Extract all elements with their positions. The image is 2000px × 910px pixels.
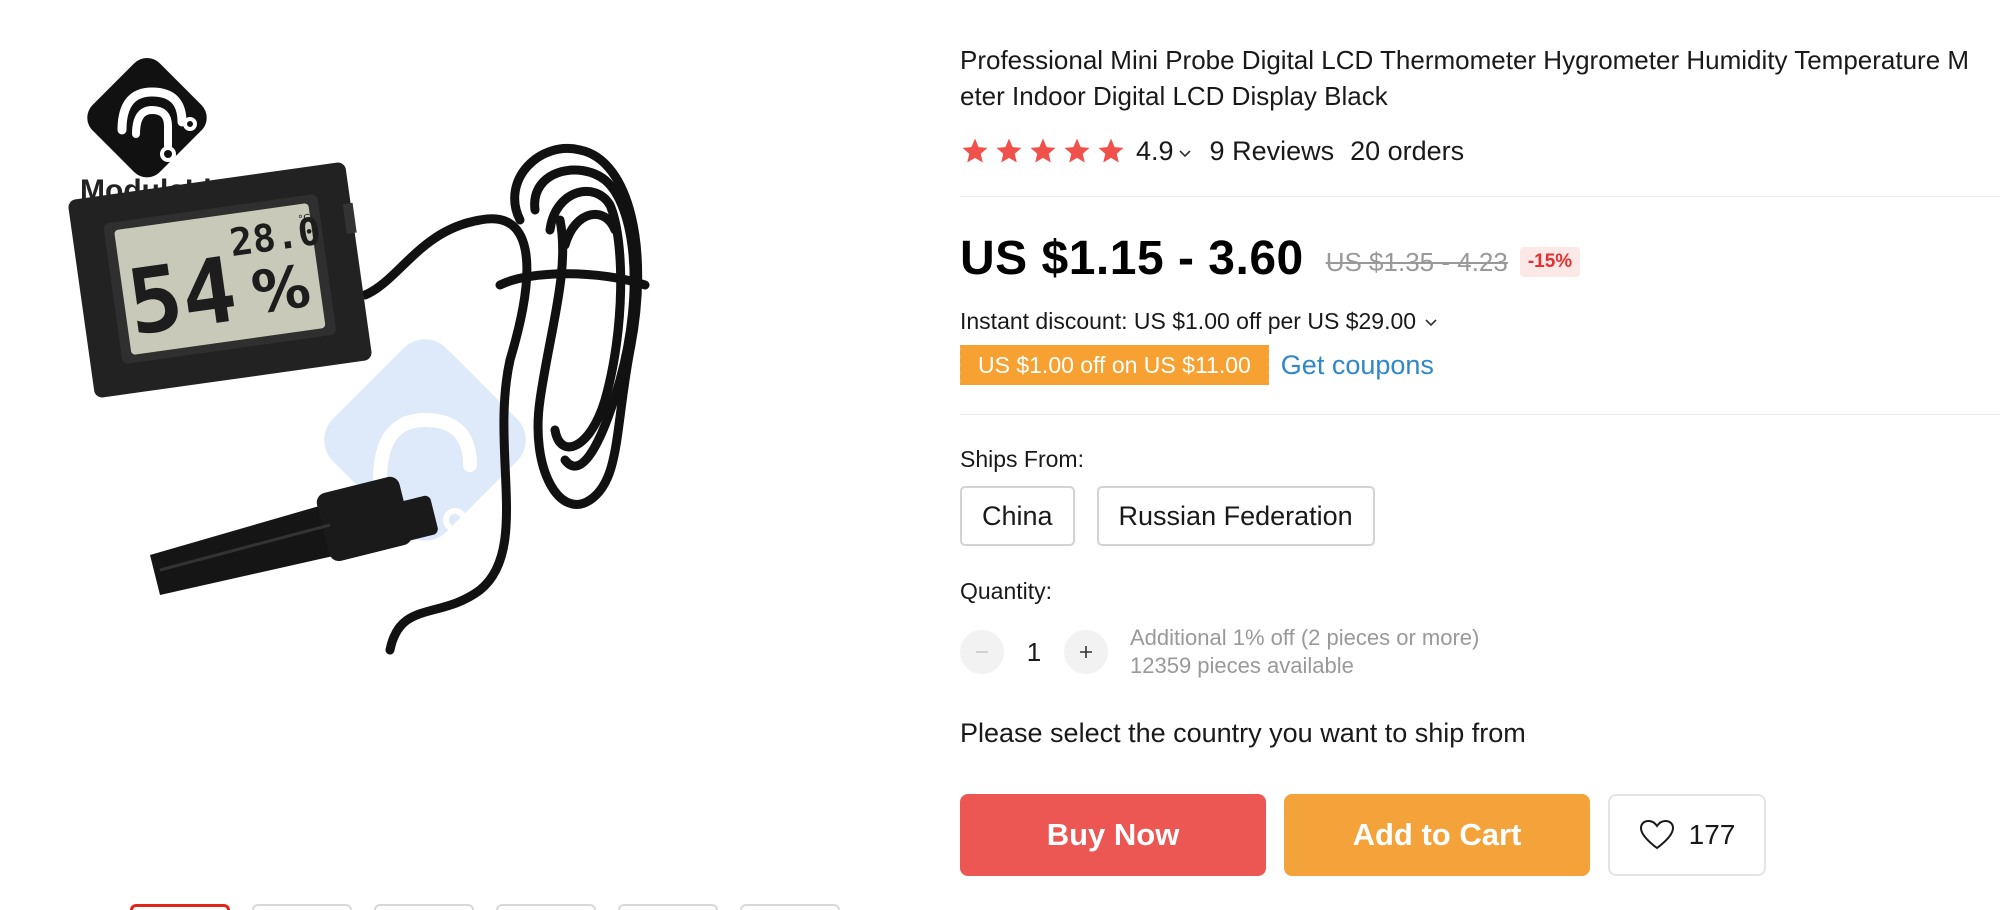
sensor-probe xyxy=(150,476,438,595)
svg-text:%: % xyxy=(247,252,314,327)
instant-discount-text: Instant discount: US $1.00 off per US $2… xyxy=(960,307,1417,334)
reviews-link[interactable]: 9 Reviews xyxy=(1210,136,1335,167)
purchase-actions: Buy Now Add to Cart 177 xyxy=(960,794,1766,876)
quantity-label: Quantity: xyxy=(960,578,1053,604)
quantity-stepper: 1 Additional 1% off (2 pieces or more) 1… xyxy=(960,624,1479,680)
instant-discount[interactable]: Instant discount: US $1.00 off per US $2… xyxy=(960,306,1438,336)
thumbnail[interactable] xyxy=(740,904,840,910)
buy-now-button[interactable]: Buy Now xyxy=(960,794,1266,876)
product-gallery: ModuleLive xyxy=(0,0,900,910)
ship-option-china[interactable]: China xyxy=(960,486,1075,546)
rating-row: 4.9 9 Reviews 20 orders xyxy=(960,134,1464,168)
star-icon xyxy=(996,138,1022,163)
divider xyxy=(960,414,2000,415)
star-icon xyxy=(1064,138,1090,163)
wishlist-button[interactable]: 177 xyxy=(1608,794,1766,876)
ship-option-russian-federation[interactable]: Russian Federation xyxy=(1096,486,1375,546)
wishlist-count: 177 xyxy=(1688,819,1736,850)
bulk-discount-text: Additional 1% off (2 pieces or more) xyxy=(1130,625,1480,650)
thumbnail[interactable] xyxy=(374,904,474,910)
thumbnail[interactable] xyxy=(252,904,352,910)
quantity-value[interactable]: 1 xyxy=(1004,637,1064,668)
ship-from-options: China Russian Federation xyxy=(960,486,1375,546)
stock-available-text: 12359 pieces available xyxy=(1130,653,1354,678)
current-price: US $1.15 - 3.60 xyxy=(960,231,1304,285)
product-info-panel: Professional Mini Probe Digital LCD Ther… xyxy=(957,0,2000,910)
get-coupons-link[interactable]: Get coupons xyxy=(1281,350,1434,381)
ship-from-prompt: Please select the country you want to sh… xyxy=(960,718,1526,748)
discount-badge: -15% xyxy=(1519,247,1581,277)
heart-icon xyxy=(1639,819,1674,850)
thumbnail[interactable] xyxy=(130,904,230,910)
chevron-down-icon xyxy=(1425,319,1437,327)
svg-text:54: 54 xyxy=(121,237,243,356)
divider xyxy=(960,196,2000,197)
thumbnail-strip xyxy=(130,904,840,910)
star-rating xyxy=(960,136,1126,166)
plus-icon xyxy=(1080,646,1092,658)
svg-text:°C: °C xyxy=(298,213,311,226)
add-to-cart-button[interactable]: Add to Cart xyxy=(1284,794,1590,876)
coupon-row: US $1.00 off on US $11.00 Get coupons xyxy=(957,344,1434,386)
product-main-image[interactable]: ModuleLive xyxy=(60,30,890,870)
product-title: Professional Mini Probe Digital LCD Ther… xyxy=(960,45,1970,111)
price-row: US $1.15 - 3.60 US $1.35 - 4.23 -15% xyxy=(960,228,1581,288)
original-price: US $1.35 - 4.23 xyxy=(1325,246,1508,277)
star-icon xyxy=(962,138,988,163)
star-icon xyxy=(1098,138,1124,163)
coupon-badge[interactable]: US $1.00 off on US $11.00 xyxy=(957,345,1272,385)
thumbnail[interactable] xyxy=(618,904,718,910)
star-icon xyxy=(1030,138,1056,163)
thumbnail[interactable] xyxy=(496,904,596,910)
minus-icon xyxy=(976,651,988,653)
ships-from-label: Ships From: xyxy=(960,446,1084,472)
decrease-quantity-button[interactable] xyxy=(960,630,1004,674)
thermometer-display: 54 28.0 °C % xyxy=(68,162,372,398)
quantity-info: Additional 1% off (2 pieces or more) 123… xyxy=(1130,624,1479,680)
increase-quantity-button[interactable] xyxy=(1064,630,1108,674)
orders-count: 20 orders xyxy=(1350,135,1465,166)
chevron-down-icon[interactable] xyxy=(1178,149,1192,159)
rating-value[interactable]: 4.9 xyxy=(1136,136,1174,167)
